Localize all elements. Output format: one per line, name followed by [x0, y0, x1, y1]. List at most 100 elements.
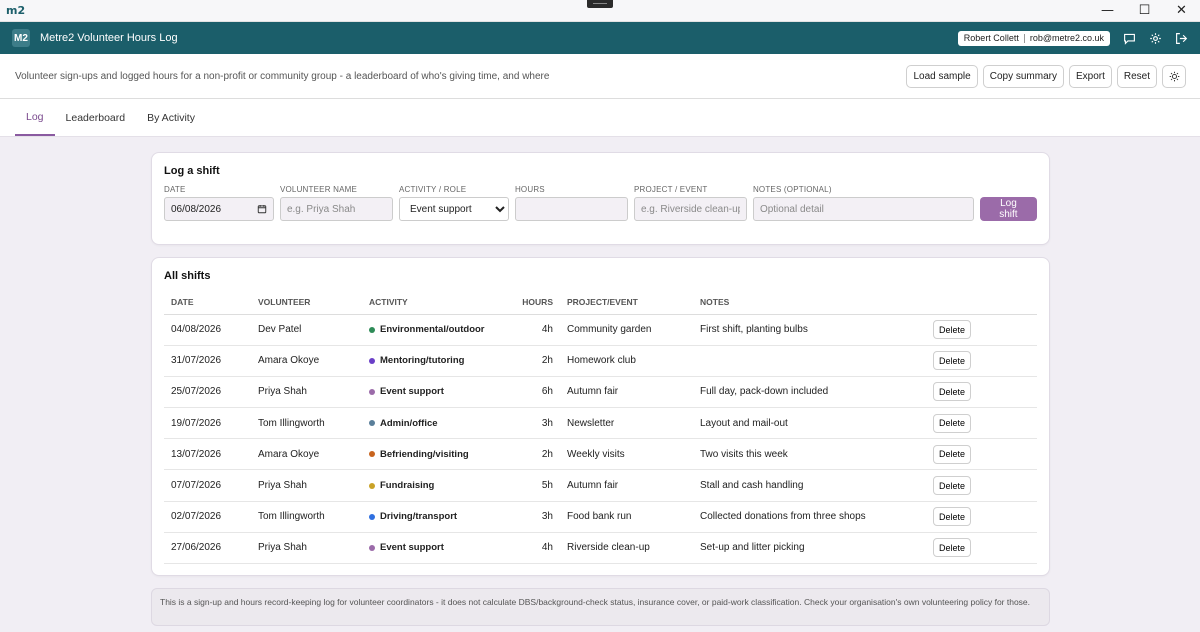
col-header-hours: HOURS	[504, 290, 560, 315]
cell-project: Community garden	[560, 314, 693, 346]
notes-input[interactable]	[752, 197, 974, 221]
delete-button[interactable]: Delete	[933, 444, 972, 464]
copy-summary-button[interactable]: Copy summary	[982, 64, 1064, 88]
col-header-volunteer: VOLUNTEER	[251, 290, 362, 315]
cell-date: 13/07/2026	[164, 438, 251, 471]
cell-project: Food bank run	[560, 501, 693, 533]
maximize-icon[interactable]: ☐	[1126, 0, 1163, 22]
activity-name: Event support	[380, 386, 444, 398]
table-row: 31/07/2026 Amara Okoye Mentoring/tutorin…	[164, 345, 1037, 377]
calendar-icon[interactable]	[257, 204, 267, 214]
activity-name: Event support	[380, 542, 444, 554]
project-field-group: PROJECT / EVENT	[633, 185, 747, 221]
os-title-bar: m2 — ☐ ✕	[0, 0, 1200, 22]
hours-input[interactable]	[514, 197, 628, 221]
hours-field-group: HOURS	[514, 185, 628, 221]
cell-actions: Delete	[926, 376, 1037, 409]
disclaimer-note: This is a sign-up and hours record-keepi…	[151, 588, 1050, 626]
user-name: Robert Collett	[963, 33, 1019, 43]
cell-date: 07/07/2026	[164, 469, 251, 502]
activity-color-dot	[369, 357, 375, 364]
delete-button[interactable]: Delete	[933, 507, 972, 527]
tab-by-activity[interactable]: By Activity	[136, 99, 206, 136]
date-field-group: DATE 06/08/2026	[164, 185, 274, 221]
table-row: 02/07/2026 Tom Illingworth Driving/trans…	[164, 501, 1037, 533]
cell-actions: Delete	[926, 469, 1037, 502]
activity-color-dot	[369, 420, 375, 427]
app-badge: M2	[12, 29, 30, 47]
cell-hours: 5h	[504, 469, 560, 502]
delete-button[interactable]: Delete	[933, 413, 972, 433]
delete-button[interactable]: Delete	[933, 351, 972, 371]
cell-project: Weekly visits	[560, 438, 693, 471]
cell-project: Autumn fair	[560, 376, 693, 409]
cell-project: Riverside clean-up	[560, 532, 693, 565]
log-shift-card: Log a shift DATE 06/08/2026 VOLUNTEER NA…	[151, 152, 1050, 245]
reset-button[interactable]: Reset	[1116, 64, 1157, 88]
delete-button[interactable]: Delete	[933, 320, 972, 340]
cell-volunteer: Priya Shah	[251, 532, 362, 565]
cell-activity: Environmental/outdoor	[362, 314, 504, 346]
date-input[interactable]: 06/08/2026	[164, 197, 274, 221]
toolbar-actions: Load sample Copy summary Export Reset	[906, 64, 1186, 88]
gear-icon[interactable]	[1148, 31, 1162, 45]
cell-notes: Layout and mail-out	[693, 407, 926, 440]
theme-toggle-button[interactable]	[1162, 64, 1186, 88]
log-shift-button[interactable]: Log shift	[979, 197, 1037, 221]
user-chip[interactable]: Robert Collett rob@metre2.co.uk	[957, 30, 1110, 46]
cell-hours: 4h	[504, 532, 560, 565]
activity-name: Befriending/visiting	[380, 448, 469, 460]
cell-notes: Full day, pack-down included	[693, 376, 926, 409]
col-header-activity: ACTIVITY	[362, 290, 504, 315]
col-header-actions	[926, 290, 1037, 315]
activity-name: Fundraising	[380, 480, 435, 492]
cell-project: Homework club	[560, 345, 693, 377]
cell-actions: Delete	[926, 501, 1037, 533]
activity-color-dot	[369, 326, 375, 333]
table-row: 27/06/2026 Priya Shah Event support 4h R…	[164, 532, 1037, 565]
sun-icon	[1169, 71, 1179, 81]
close-icon[interactable]: ✕	[1163, 0, 1200, 22]
window-controls: — ☐ ✕	[1089, 0, 1200, 22]
tab-log[interactable]: Log	[15, 99, 55, 136]
table-row: 19/07/2026 Tom Illingworth Admin/office …	[164, 407, 1037, 440]
chat-icon[interactable]	[1122, 31, 1136, 45]
activity-color-dot	[369, 513, 375, 520]
delete-button[interactable]: Delete	[933, 382, 972, 402]
volunteer-field-group: VOLUNTEER NAME	[279, 185, 393, 221]
minimize-icon[interactable]: —	[1089, 0, 1126, 22]
cell-hours: 2h	[504, 345, 560, 377]
app-brand: M2 Metre2 Volunteer Hours Log	[12, 29, 178, 47]
cell-notes	[693, 345, 926, 377]
volunteer-name-input[interactable]	[279, 197, 393, 221]
cell-actions: Delete	[926, 407, 1037, 440]
cell-date: 04/08/2026	[164, 314, 251, 346]
delete-button[interactable]: Delete	[933, 538, 972, 558]
os-app-logo: m2	[6, 4, 26, 17]
cell-notes: First shift, planting bulbs	[693, 314, 926, 346]
activity-label: ACTIVITY / ROLE	[398, 185, 467, 194]
activity-select[interactable]: Event support	[398, 197, 509, 221]
cell-volunteer: Priya Shah	[251, 469, 362, 502]
delete-button[interactable]: Delete	[933, 476, 972, 496]
cell-hours: 4h	[504, 314, 560, 346]
col-header-project: PROJECT/EVENT	[560, 290, 693, 315]
load-sample-button[interactable]: Load sample	[906, 64, 978, 88]
tab-bar: Log Leaderboard By Activity	[0, 99, 1200, 137]
cell-volunteer: Dev Patel	[251, 314, 362, 346]
activity-name: Mentoring/tutoring	[380, 355, 465, 367]
cell-volunteer: Priya Shah	[251, 376, 362, 409]
activity-color-dot	[369, 451, 375, 458]
project-input[interactable]	[633, 197, 747, 221]
activity-color-dot	[369, 544, 375, 551]
window-drag-handle[interactable]	[587, 0, 613, 8]
project-label: PROJECT / EVENT	[633, 185, 708, 194]
export-button[interactable]: Export	[1068, 64, 1112, 88]
cell-date: 27/06/2026	[164, 532, 251, 565]
tab-leaderboard[interactable]: Leaderboard	[55, 99, 137, 136]
cell-actions: Delete	[926, 438, 1037, 471]
cell-project: Newsletter	[560, 407, 693, 440]
date-label: DATE	[164, 185, 186, 194]
shifts-table-body: 04/08/2026 Dev Patel Environmental/outdo…	[164, 314, 1037, 565]
logout-icon[interactable]	[1174, 31, 1188, 45]
